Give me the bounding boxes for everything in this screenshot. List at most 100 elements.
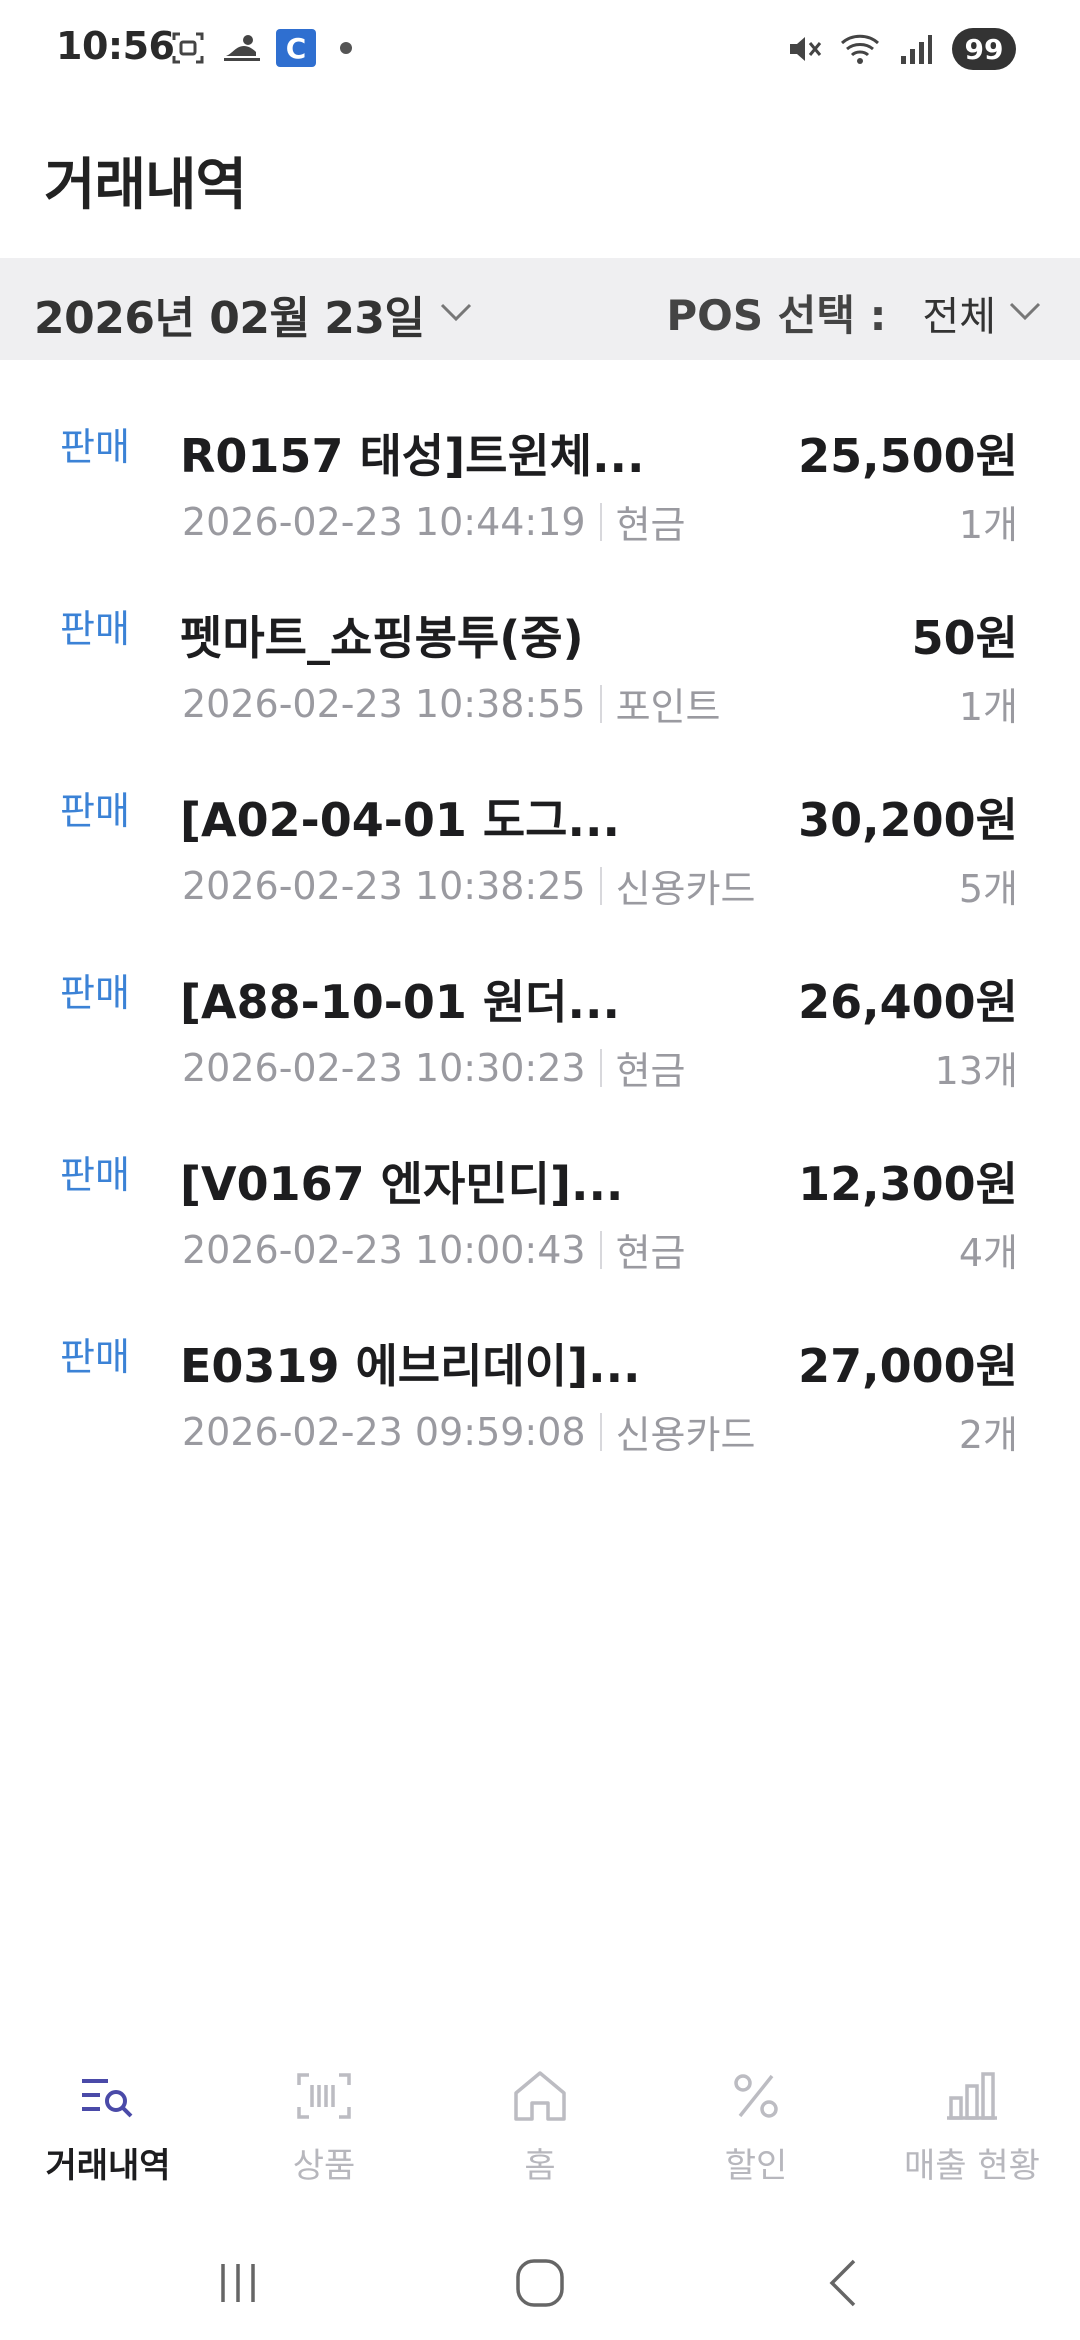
product-name: [A88-10-01 원더... [180,975,620,1029]
nav-label: 거래내역 [45,2146,171,2186]
payment-method: 포인트 [615,685,721,729]
transaction-amount: 26,400원 [798,975,1018,1029]
back-chevron-icon [824,2257,864,2313]
status-time: 10:56 [56,24,175,68]
transaction-list: 판매 R0157 태성]트윈체... 25,500원 2026-02-23 10… [0,390,1080,1482]
nav-transactions[interactable]: 거래내역 [0,2050,216,2210]
recent-apps-icon [213,2258,263,2312]
recent-apps-button[interactable] [198,2250,278,2320]
chevron-down-icon [1008,299,1042,327]
transaction-meta: 2026-02-23 10:00:43 현금 [182,1222,686,1277]
delivery-app-icon [222,28,262,68]
transaction-amount: 25,500원 [798,429,1018,483]
divider [599,1412,602,1451]
transaction-search-icon [76,2064,140,2128]
transaction-datetime: 2026-02-23 10:44:19 [182,499,586,544]
transaction-meta: 2026-02-23 10:38:55 포인트 [182,676,720,731]
item-quantity: 2개 [958,1413,1018,1457]
pos-selector[interactable]: 전체 [922,284,1042,342]
transaction-amount: 30,200원 [798,793,1018,847]
bottom-navigation: 거래내역 상품 홈 할인 매출 현황 [0,2050,1080,2210]
payment-method: 신용카드 [615,1413,756,1457]
transaction-type: 판매 [60,1153,130,1197]
nav-label: 상품 [292,2146,356,2186]
page-title: 거래내역 [44,153,247,218]
back-button[interactable] [804,2250,884,2320]
system-navigation-bar [0,2220,1080,2340]
battery-indicator: 99 [952,28,1016,70]
signal-icon [896,29,936,69]
transaction-datetime: 2026-02-23 09:59:08 [182,1409,586,1454]
status-system-icons: 99 [784,28,1016,70]
transaction-type: 판매 [60,425,130,469]
transaction-type: 판매 [60,789,130,833]
pos-selected-value: 전체 [922,293,996,340]
transaction-datetime: 2026-02-23 10:38:55 [182,681,586,726]
transaction-datetime: 2026-02-23 10:00:43 [182,1227,586,1272]
transaction-row[interactable]: 판매 [A88-10-01 원더... 26,400원 2026-02-23 1… [0,936,1080,1118]
transaction-row[interactable]: 판매 E0319 에브리데이]... 27,000원 2026-02-23 09… [0,1300,1080,1482]
transaction-type: 판매 [60,1335,130,1379]
home-icon [508,2064,572,2128]
product-name: [A02-04-01 도그... [180,793,620,847]
item-quantity: 1개 [958,503,1018,547]
transaction-meta: 2026-02-23 09:59:08 신용카드 [182,1404,755,1459]
divider [599,502,602,541]
transaction-type: 판매 [60,971,130,1015]
nav-label: 매출 현황 [904,2146,1040,2186]
product-name: 펫마트_쇼핑봉투(중) [180,611,584,665]
transaction-datetime: 2026-02-23 10:38:25 [182,863,586,908]
pos-select-label: POS 선택 : [666,291,887,340]
divider [599,1230,602,1269]
divider [599,866,602,905]
transaction-amount: 50원 [911,611,1018,665]
payment-method: 신용카드 [615,867,756,911]
filter-bar: 2026년 02월 23일 POS 선택 : 전체 [0,258,1080,360]
product-name: [V0167 엔자민디]... [180,1157,624,1211]
more-notifications-dot [340,42,352,54]
transaction-meta: 2026-02-23 10:38:25 신용카드 [182,858,755,913]
transaction-row[interactable]: 판매 [A02-04-01 도그... 30,200원 2026-02-23 1… [0,754,1080,936]
nav-discount[interactable]: 할인 [648,2050,864,2210]
chevron-down-icon [439,300,473,328]
nav-label: 홈 [524,2146,556,2186]
item-quantity: 5개 [958,867,1018,911]
percent-icon [724,2064,788,2128]
selected-date: 2026년 02월 23일 [34,293,425,344]
status-notification-icons: C [168,28,352,68]
payment-method: 현금 [615,1231,686,1275]
transaction-type: 판매 [60,607,130,651]
transaction-amount: 27,000원 [798,1339,1018,1393]
payment-method: 현금 [615,503,686,547]
transaction-meta: 2026-02-23 10:30:23 현금 [182,1040,686,1095]
date-selector[interactable]: 2026년 02월 23일 [34,282,473,346]
item-quantity: 1개 [958,685,1018,729]
payment-method: 현금 [615,1049,686,1093]
transaction-row[interactable]: 판매 펫마트_쇼핑봉투(중) 50원 2026-02-23 10:38:55 포… [0,572,1080,754]
product-name: R0157 태성]트윈체... [180,429,645,483]
bar-chart-icon [940,2064,1004,2128]
home-system-button[interactable] [500,2250,580,2320]
nav-home[interactable]: 홈 [432,2050,648,2210]
barcode-icon [292,2064,356,2128]
screenshot-icon [168,28,208,68]
transaction-meta: 2026-02-23 10:44:19 현금 [182,494,686,549]
divider [599,1048,602,1087]
wifi-icon [840,29,880,69]
home-circle-icon [514,2257,566,2313]
transaction-row[interactable]: 판매 R0157 태성]트윈체... 25,500원 2026-02-23 10… [0,390,1080,572]
status-bar: 10:56 C 99 [0,0,1080,100]
nav-products[interactable]: 상품 [216,2050,432,2210]
pos-filter: POS 선택 : 전체 [666,282,1042,343]
transaction-row[interactable]: 판매 [V0167 엔자민디]... 12,300원 2026-02-23 10… [0,1118,1080,1300]
divider [599,684,602,723]
mute-icon [784,29,824,69]
item-quantity: 13개 [934,1049,1018,1093]
product-name: E0319 에브리데이]... [180,1339,641,1393]
nav-label: 할인 [724,2146,788,2186]
transaction-amount: 12,300원 [798,1157,1018,1211]
c-app-icon: C [276,29,316,67]
item-quantity: 4개 [958,1231,1018,1275]
transaction-datetime: 2026-02-23 10:30:23 [182,1045,586,1090]
nav-sales-status[interactable]: 매출 현황 [864,2050,1080,2210]
